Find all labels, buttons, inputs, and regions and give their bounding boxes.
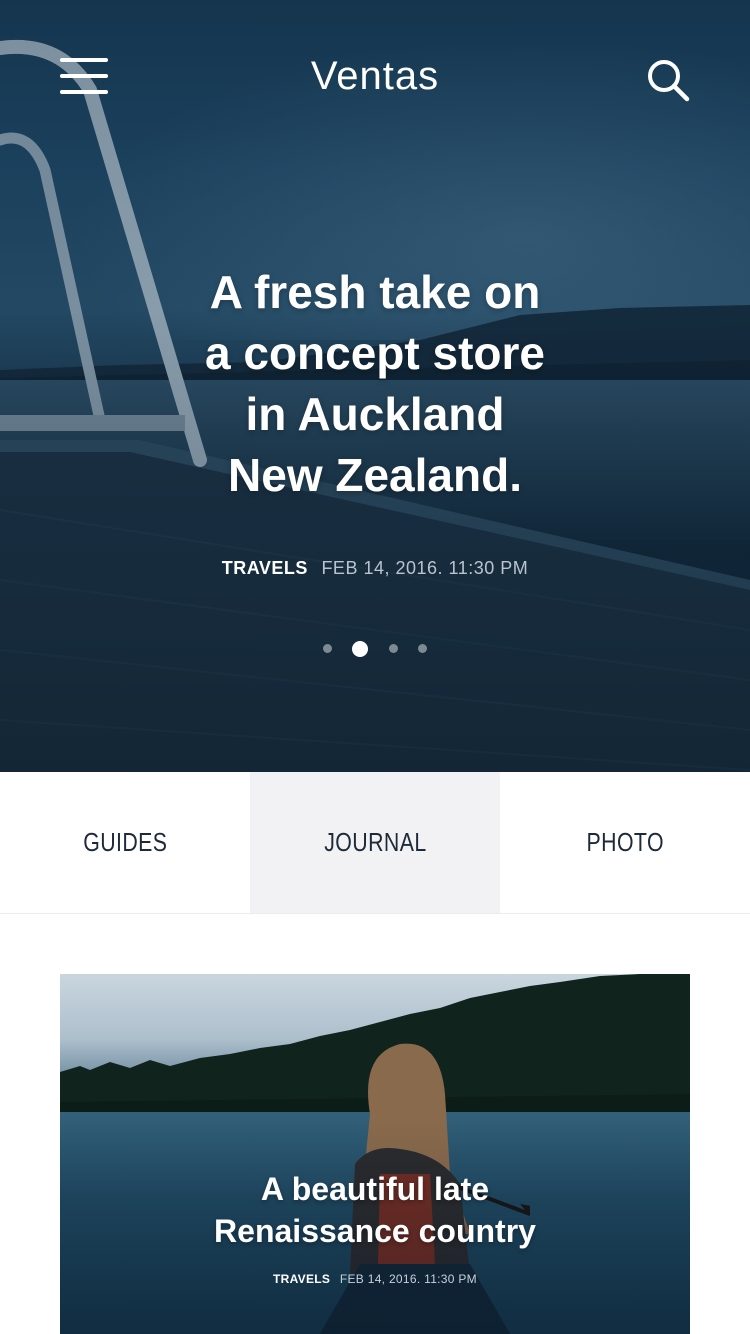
card-date: FEB 14, 2016. 11:30 PM xyxy=(339,1272,477,1286)
app-title: Ventas xyxy=(310,54,440,98)
tab-journal[interactable]: JOURNAL xyxy=(250,772,500,913)
hero-banner[interactable]: Ventas A fresh take on a concept store i… xyxy=(0,0,750,772)
carousel-dot-3[interactable] xyxy=(388,644,398,654)
top-bar: Ventas xyxy=(0,40,750,120)
carousel-dot-4[interactable] xyxy=(418,644,428,654)
card-title: A beautiful late Renaissance country xyxy=(60,1168,690,1252)
featured-article-card[interactable]: A beautiful late Renaissance country TRA… xyxy=(60,974,690,1334)
card-category[interactable]: TRAVELS xyxy=(273,1272,330,1286)
card-title-line: A beautiful late xyxy=(260,1171,490,1207)
carousel-dot-2[interactable] xyxy=(352,640,369,657)
carousel-dots xyxy=(0,640,750,660)
tab-label: JOURNAL xyxy=(323,827,427,857)
hero-title[interactable]: A fresh take on a concept store in Auckl… xyxy=(75,262,675,506)
category-tabs: GUIDES JOURNAL PHOTO xyxy=(0,772,750,914)
card-title-line: Renaissance country xyxy=(214,1213,536,1249)
hero-category[interactable]: TRAVELS xyxy=(222,558,308,578)
hero-title-line: A fresh take on xyxy=(209,266,541,318)
hero-title-line: a concept store xyxy=(205,327,545,379)
hero-title-line: in Auckland xyxy=(245,388,505,440)
hero-date: FEB 14, 2016. 11:30 PM xyxy=(321,558,529,578)
tab-label: GUIDES xyxy=(82,827,168,857)
tab-photo[interactable]: PHOTO xyxy=(500,772,750,913)
tab-label: PHOTO xyxy=(586,827,664,857)
card-meta: TRAVELS FEB 14, 2016. 11:30 PM xyxy=(60,1272,690,1286)
tab-guides[interactable]: GUIDES xyxy=(0,772,250,913)
hero-meta: TRAVELS FEB 14, 2016. 11:30 PM xyxy=(0,558,750,579)
hero-title-line: New Zealand. xyxy=(228,449,522,501)
search-icon[interactable] xyxy=(640,54,696,106)
carousel-dot-1[interactable] xyxy=(322,644,332,654)
